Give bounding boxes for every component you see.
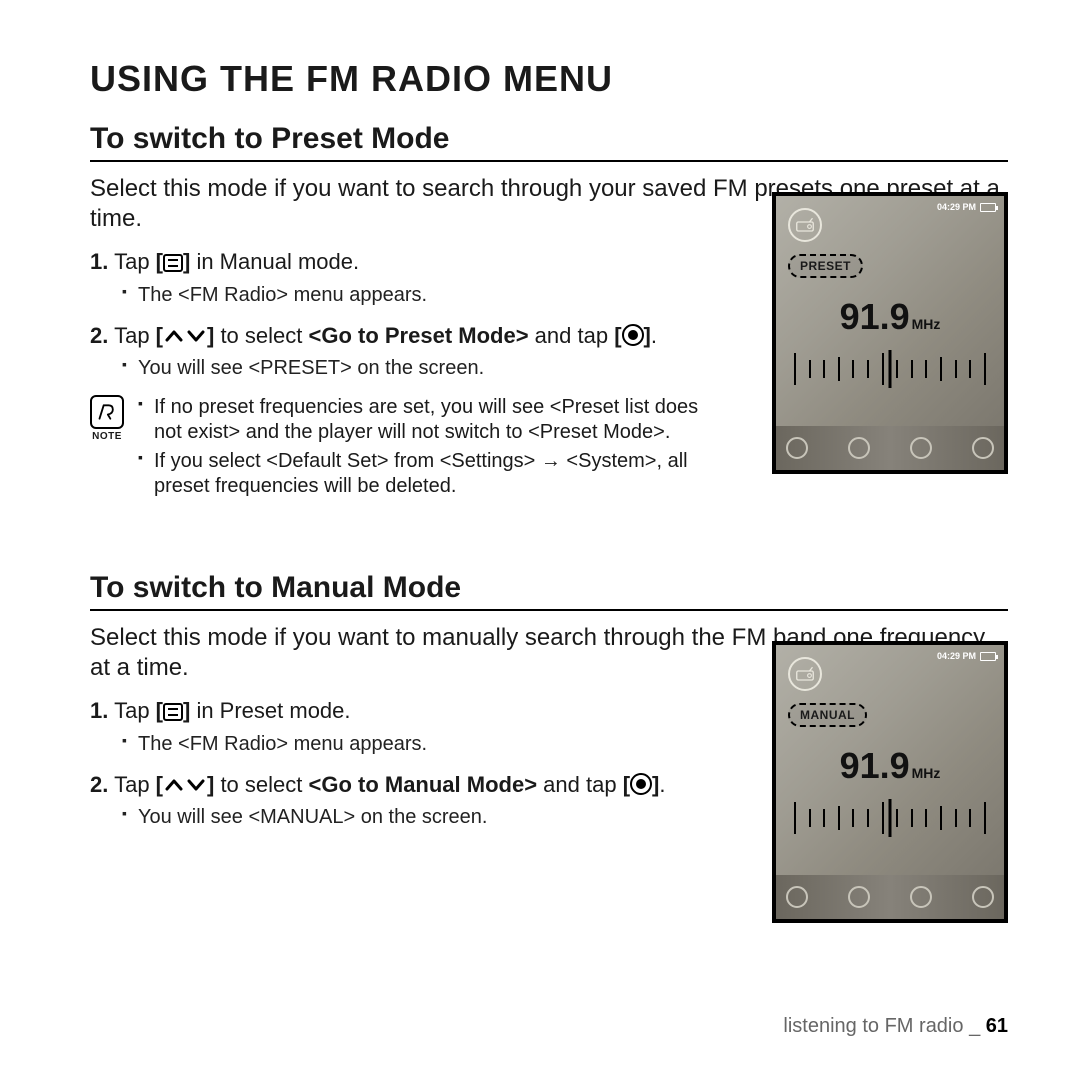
preset-step-2-sub: You will see <PRESET> on the screen. bbox=[122, 356, 728, 381]
text: to select bbox=[214, 323, 308, 348]
battery-icon bbox=[980, 652, 996, 661]
preset-step-1-sub: The <FM Radio> menu appears. bbox=[122, 283, 728, 308]
frequency-display: 91.9MHz bbox=[776, 745, 1004, 787]
freq-unit: MHz bbox=[912, 765, 941, 781]
note-item-1: If no preset frequencies are set, you wi… bbox=[138, 395, 728, 445]
battery-icon bbox=[980, 203, 996, 212]
frequency-display: 91.9MHz bbox=[776, 296, 1004, 338]
manual-step-1: 1. Tap [] in Preset mode. The <FM Radio>… bbox=[90, 697, 728, 757]
radio-icon bbox=[788, 657, 822, 691]
text: <Go to Manual Mode> bbox=[308, 772, 537, 797]
device-screenshot-preset: 04:29 PM PRESET 91.9MHz bbox=[772, 192, 1008, 474]
dial-needle bbox=[889, 350, 892, 388]
text: in Preset mode. bbox=[190, 698, 350, 723]
text: Tap bbox=[114, 249, 156, 274]
tuner-dial bbox=[794, 797, 986, 839]
up-down-icon bbox=[163, 326, 207, 346]
text: <Go to Preset Mode> bbox=[308, 323, 528, 348]
text: Tap bbox=[114, 323, 156, 348]
dial-needle bbox=[889, 799, 892, 837]
note-item-2: If you select <Default Set> from <Settin… bbox=[138, 449, 728, 499]
freq-unit: MHz bbox=[912, 316, 941, 332]
mode-badge-manual: MANUAL bbox=[788, 703, 867, 727]
manual-step-1-sub: The <FM Radio> menu appears. bbox=[122, 732, 728, 757]
device-time: 04:29 PM bbox=[937, 202, 976, 212]
preset-step-1: 1. Tap [] in Manual mode. The <FM Radio>… bbox=[90, 248, 728, 308]
text: to select bbox=[214, 772, 308, 797]
note-icon: NOTE bbox=[90, 395, 124, 503]
up-down-icon bbox=[163, 775, 207, 795]
device-screenshot-manual: 04:29 PM MANUAL 91.9MHz bbox=[772, 641, 1008, 923]
select-icon bbox=[630, 773, 652, 795]
mode-badge-preset: PRESET bbox=[788, 254, 863, 278]
text: and tap bbox=[529, 323, 615, 348]
freq-value: 91.9 bbox=[840, 296, 910, 337]
preset-heading: To switch to Preset Mode bbox=[90, 122, 1008, 162]
note-label: NOTE bbox=[90, 431, 124, 442]
footer-section: listening to FM radio bbox=[783, 1015, 963, 1037]
freq-value: 91.9 bbox=[840, 745, 910, 786]
tuner-dial bbox=[794, 348, 986, 390]
status-bar: 04:29 PM bbox=[937, 651, 996, 661]
footer-sep: _ bbox=[969, 1015, 980, 1037]
preset-step-2: 2. Tap [] to select <Go to Preset Mode> … bbox=[90, 322, 728, 382]
radio-icon bbox=[788, 208, 822, 242]
text: Tap bbox=[114, 772, 156, 797]
manual-heading: To switch to Manual Mode bbox=[90, 571, 1008, 611]
menu-icon bbox=[163, 254, 183, 272]
text: in Manual mode. bbox=[190, 249, 359, 274]
text: Tap bbox=[114, 698, 156, 723]
page-title: USING THE FM RADIO MENU bbox=[90, 58, 1008, 100]
page-number: 61 bbox=[986, 1015, 1008, 1037]
section-manual: To switch to Manual Mode Select this mod… bbox=[90, 571, 1008, 830]
manual-step-2: 2. Tap [] to select <Go to Manual Mode> … bbox=[90, 771, 728, 831]
text: and tap bbox=[537, 772, 623, 797]
menu-icon bbox=[163, 703, 183, 721]
select-icon bbox=[622, 324, 644, 346]
section-preset: To switch to Preset Mode Select this mod… bbox=[90, 122, 1008, 503]
status-bar: 04:29 PM bbox=[937, 202, 996, 212]
device-time: 04:29 PM bbox=[937, 651, 976, 661]
page-footer: listening to FM radio _ 61 bbox=[783, 1015, 1008, 1038]
manual-step-2-sub: You will see <MANUAL> on the screen. bbox=[122, 805, 728, 830]
